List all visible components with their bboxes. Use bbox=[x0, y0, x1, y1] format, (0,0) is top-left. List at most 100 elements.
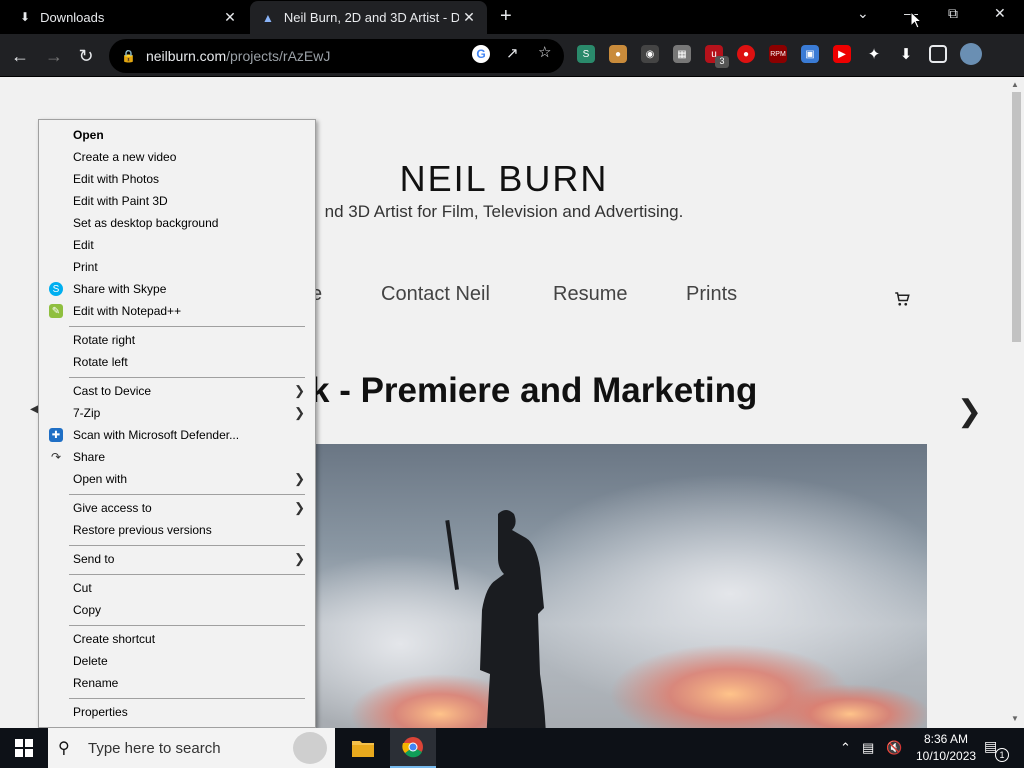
reload-button[interactable]: ↻ bbox=[72, 42, 100, 70]
scroll-up-arrow-icon[interactable]: ▲ bbox=[1011, 80, 1019, 89]
menu-item-label: Copy bbox=[73, 603, 102, 617]
clock-time: 8:36 AM bbox=[923, 732, 969, 746]
menu-item-rotate-left[interactable]: Rotate left bbox=[39, 351, 315, 373]
menu-separator bbox=[69, 326, 305, 327]
scroll-down-arrow-icon[interactable]: ▼ bbox=[1011, 714, 1019, 723]
chrome-taskbar-button[interactable] bbox=[390, 728, 436, 768]
file-explorer-taskbar-button[interactable] bbox=[340, 728, 386, 768]
menu-item-send-to[interactable]: Send to ❯ bbox=[39, 548, 315, 570]
address-bar[interactable]: 🔒 neilburn.com /projects/rAzEwJ bbox=[109, 39, 564, 73]
menu-item-create-shortcut[interactable]: Create shortcut bbox=[39, 628, 315, 650]
menu-item-restore-previous-versions[interactable]: Restore previous versions bbox=[39, 519, 315, 541]
scrollbar-thumb[interactable] bbox=[1012, 92, 1021, 342]
cart-icon[interactable] bbox=[893, 290, 911, 308]
menu-separator bbox=[69, 377, 305, 378]
menu-item-rotate-right[interactable]: Rotate right bbox=[39, 329, 315, 351]
restore-button[interactable]: ⧉ bbox=[948, 5, 958, 22]
menu-item-label: Create shortcut bbox=[73, 632, 156, 646]
menu-item-label: Share with Skype bbox=[73, 282, 167, 296]
extension-red-circle-icon[interactable]: ● bbox=[737, 45, 755, 63]
download-icon[interactable]: ⬇ bbox=[897, 45, 915, 63]
menu-item-copy[interactable]: Copy bbox=[39, 599, 315, 621]
menu-item-share[interactable]: ↷ Share bbox=[39, 446, 315, 468]
translate-extension-icon[interactable]: ▣ bbox=[801, 45, 819, 63]
mouse-cursor-icon bbox=[910, 11, 922, 29]
next-arrow-icon[interactable]: ❯ bbox=[957, 394, 982, 429]
search-icon: ⚲ bbox=[58, 740, 70, 757]
menu-item-label: Rotate left bbox=[73, 355, 128, 369]
extension-s-icon[interactable]: S bbox=[577, 45, 595, 63]
side-panel-icon[interactable] bbox=[929, 45, 947, 63]
menu-item-label: Open with bbox=[73, 472, 128, 486]
extension-printer-icon[interactable]: ▦ bbox=[673, 45, 691, 63]
puzzle-extensions-icon[interactable]: ✦ bbox=[865, 45, 883, 63]
system-clock[interactable]: 8:36 AM 10/10/2023 bbox=[916, 731, 976, 765]
extension-rpm-icon[interactable]: RPM bbox=[769, 45, 787, 63]
forward-button[interactable]: → bbox=[40, 42, 68, 70]
back-button[interactable]: ← bbox=[6, 42, 34, 70]
extension-eyes-icon[interactable]: ◉ bbox=[641, 45, 659, 63]
start-button[interactable] bbox=[0, 728, 48, 768]
youtube-extension-icon[interactable]: ▶ bbox=[833, 45, 851, 63]
hero-image[interactable] bbox=[310, 444, 927, 728]
menu-item-edit-with-notepad-plus-plus[interactable]: ✎ Edit with Notepad++ bbox=[39, 300, 315, 322]
volume-muted-icon[interactable]: 🔇 bbox=[886, 740, 902, 756]
site-favicon-icon: ▲ bbox=[262, 10, 274, 25]
menu-item-open-with[interactable]: Open with ❯ bbox=[39, 468, 315, 490]
menu-item-rename[interactable]: Rename bbox=[39, 672, 315, 694]
taskbar-search-box[interactable]: ⚲ Type here to search bbox=[48, 728, 335, 768]
google-lens-icon[interactable]: G bbox=[472, 45, 490, 63]
menu-separator bbox=[69, 625, 305, 626]
menu-item-create-new-video[interactable]: Create a new video bbox=[39, 146, 315, 168]
vertical-scrollbar[interactable]: ▲ ▼ bbox=[1008, 78, 1024, 728]
menu-item-share-with-skype[interactable]: S Share with Skype bbox=[39, 278, 315, 300]
submenu-arrow-icon: ❯ bbox=[294, 471, 305, 486]
close-icon[interactable]: ✕ bbox=[220, 9, 240, 26]
nav-link-prints[interactable]: Prints bbox=[686, 283, 737, 306]
menu-item-cast-to-device[interactable]: Cast to Device ❯ bbox=[39, 380, 315, 402]
menu-item-set-desktop-background[interactable]: Set as desktop background bbox=[39, 212, 315, 234]
menu-item-delete[interactable]: Delete bbox=[39, 650, 315, 672]
menu-item-give-access-to[interactable]: Give access to ❯ bbox=[39, 497, 315, 519]
tab-neil-burn[interactable]: ▲ Neil Burn, 2D and 3D Artist - Dun ✕ bbox=[250, 1, 487, 34]
menu-item-label: Open bbox=[73, 128, 104, 142]
menu-item-label: Rename bbox=[73, 676, 119, 690]
menu-item-label: Edit with Paint 3D bbox=[73, 194, 168, 208]
close-icon[interactable]: ✕ bbox=[459, 9, 479, 26]
cookie-extension-icon[interactable]: ● bbox=[609, 45, 627, 63]
clock-date: 10/10/2023 bbox=[916, 749, 977, 763]
share-icon[interactable]: ↗ bbox=[506, 44, 519, 62]
menu-item-cut[interactable]: Cut bbox=[39, 577, 315, 599]
menu-item-print[interactable]: Print bbox=[39, 256, 315, 278]
menu-item-label: 7-Zip bbox=[73, 406, 101, 420]
tab-search-chevron-icon[interactable]: ⌄ bbox=[857, 5, 869, 22]
menu-item-label: Rotate right bbox=[73, 333, 136, 347]
menu-item-label: Set as desktop background bbox=[73, 216, 219, 230]
menu-item-label: Create a new video bbox=[73, 150, 177, 164]
folder-icon bbox=[352, 741, 374, 757]
menu-item-scan-with-defender[interactable]: ✚ Scan with Microsoft Defender... bbox=[39, 424, 315, 446]
share-icon: ↷ bbox=[50, 450, 62, 464]
bookmark-star-icon[interactable]: ☆ bbox=[538, 43, 551, 61]
tab-downloads[interactable]: ⬇ Downloads ✕ bbox=[0, 0, 248, 34]
menu-item-label: Delete bbox=[73, 654, 108, 668]
menu-item-properties[interactable]: Properties bbox=[39, 701, 315, 723]
search-placeholder: Type here to search bbox=[88, 739, 221, 757]
menu-item-edit-with-photos[interactable]: Edit with Photos bbox=[39, 168, 315, 190]
show-hidden-icons-chevron[interactable]: ⌃ bbox=[840, 740, 851, 756]
menu-item-label: Cut bbox=[73, 581, 92, 595]
profile-avatar[interactable] bbox=[960, 43, 982, 65]
menu-item-edit-with-paint-3d[interactable]: Edit with Paint 3D bbox=[39, 190, 315, 212]
nav-link-contact[interactable]: Contact Neil bbox=[381, 283, 490, 306]
close-window-button[interactable]: ✕ bbox=[994, 5, 1006, 22]
network-icon[interactable]: ▤ bbox=[862, 740, 874, 756]
nav-link-resume[interactable]: Resume bbox=[553, 283, 627, 306]
new-tab-button[interactable]: + bbox=[500, 5, 512, 28]
notepad-plus-plus-icon: ✎ bbox=[49, 304, 63, 318]
menu-item-7-zip[interactable]: 7-Zip ❯ bbox=[39, 402, 315, 424]
context-menu: Open Create a new video Edit with Photos… bbox=[38, 119, 316, 728]
soldier-silhouette-image bbox=[310, 474, 927, 728]
menu-item-edit[interactable]: Edit bbox=[39, 234, 315, 256]
menu-item-label: Edit with Photos bbox=[73, 172, 160, 186]
menu-item-open[interactable]: Open bbox=[39, 124, 315, 146]
